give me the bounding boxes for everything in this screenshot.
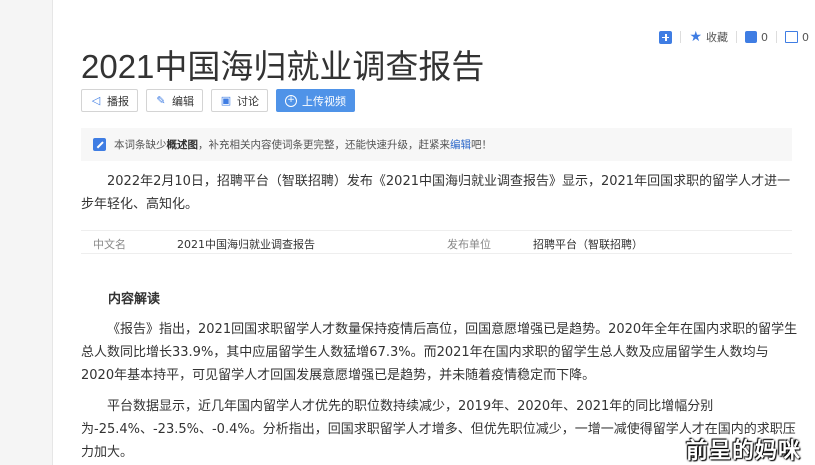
- info-key-chinese-name: 中文名: [93, 238, 126, 251]
- notice-suffix: 吧！: [471, 139, 492, 151]
- notice-prefix: 本词条缺少: [114, 139, 167, 151]
- plus-square-icon[interactable]: [659, 30, 673, 44]
- chat-icon: ▣: [220, 93, 232, 107]
- edit-label: 编辑: [172, 94, 194, 108]
- plus-circle-icon: +: [285, 94, 297, 107]
- broadcast-label: 播报: [107, 94, 129, 108]
- divider: [680, 31, 682, 43]
- like-count: 0: [761, 30, 768, 44]
- divider: [776, 31, 777, 43]
- notice-edit-link[interactable]: 编辑: [450, 137, 471, 152]
- discuss-button[interactable]: ▣ 讨论: [211, 89, 268, 112]
- info-key-publisher: 发布单位: [447, 238, 491, 251]
- share-count: 0: [802, 30, 809, 44]
- info-value-chinese-name: 2021中国海归就业调查报告: [177, 238, 315, 251]
- collect-button[interactable]: ★ 收藏: [689, 29, 728, 45]
- section-title: 内容解读: [108, 292, 161, 307]
- share-icon: [785, 31, 798, 43]
- page-title: 2021中国海归就业调查报告: [81, 48, 485, 85]
- action-buttons: ◁ 播报 ✎ 编辑 ▣ 讨论 + 上传视频: [81, 89, 355, 112]
- pencil-icon: ✎: [156, 93, 166, 107]
- upload-video-label: 上传视频: [302, 94, 346, 108]
- broadcast-button[interactable]: ◁ 播报: [81, 89, 138, 112]
- like-button[interactable]: 0: [745, 31, 768, 44]
- speaker-icon: ◁: [91, 93, 101, 107]
- edit-button[interactable]: ✎ 编辑: [146, 89, 203, 112]
- thumbs-up-icon: [745, 31, 757, 43]
- top-toolbar: ★ 收藏 0 0: [659, 29, 809, 45]
- notice-middle: ，补充相关内容使词条更完整，还能快速升级，赶紧来: [198, 139, 450, 151]
- pencil-square-icon: [93, 138, 106, 151]
- missing-image-notice: 本词条缺少 概述图 ，补充相关内容使词条更完整，还能快速升级，赶紧来 编辑 吧！: [81, 128, 792, 161]
- article-page: ★ 收藏 0 0 2021中国海归就业调查报告 ◁ 播报 ✎ 编辑 ▣ 讨论 +: [52, 0, 815, 465]
- content-paragraph-1: 《报告》指出，2021回国求职留学人才数量保持疫情后高位，回国意愿增强已是趋势。…: [81, 322, 798, 383]
- notice-bold: 概述图: [166, 139, 199, 151]
- intro-paragraph: 2022年2月10日，招聘平台（智联招聘）发布《2021中国海归就业调查报告》显…: [81, 174, 791, 212]
- watermark: 前呈的妈咪: [685, 439, 801, 464]
- share-button[interactable]: 0: [785, 31, 809, 44]
- collect-label: 收藏: [706, 31, 728, 44]
- info-value-publisher: 招聘平台（智联招聘）: [533, 238, 643, 251]
- discuss-label: 讨论: [237, 94, 259, 108]
- upload-video-button[interactable]: + 上传视频: [276, 89, 355, 112]
- divider: [736, 31, 737, 43]
- basic-info-box: 中文名 2021中国海归就业调查报告 发布单位 招聘平台（智联招聘）: [81, 230, 792, 254]
- star-icon: ★: [689, 28, 702, 45]
